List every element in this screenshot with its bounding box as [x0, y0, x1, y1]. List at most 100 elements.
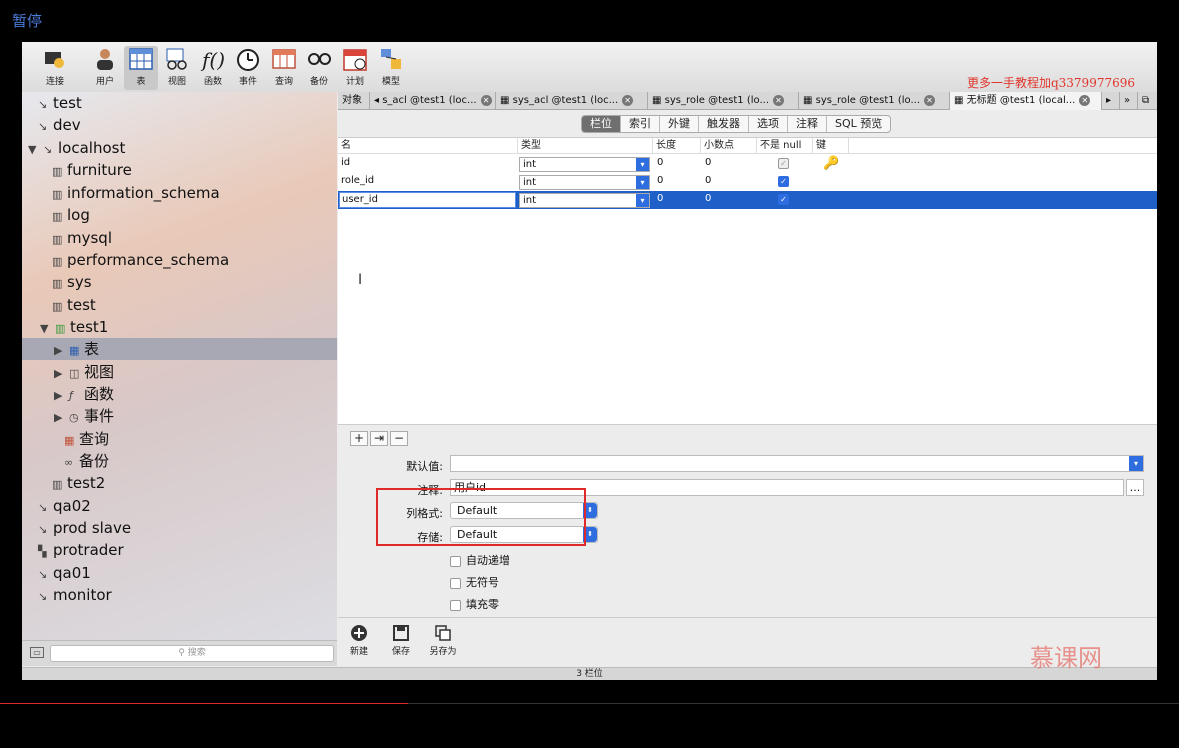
- toolbar-model-button[interactable]: 模型: [374, 46, 408, 90]
- subtab-options[interactable]: 选项: [749, 116, 788, 132]
- not-null-checkbox[interactable]: ✓: [778, 158, 789, 169]
- sidebar-item-qa01[interactable]: ↘ qa01: [38, 562, 91, 584]
- toolbar-user-button[interactable]: 用户: [88, 46, 122, 90]
- toolbar-table-button[interactable]: 表: [124, 46, 158, 90]
- sidebar-item-monitor[interactable]: ↘ monitor: [38, 584, 112, 606]
- toolbar-view-button[interactable]: 视图: [160, 46, 194, 90]
- sidebar-item-queries[interactable]: ▦ 查询: [64, 428, 109, 450]
- sidebar-item-dev[interactable]: ↘ dev: [38, 114, 81, 136]
- zerofill-option[interactable]: 填充零: [450, 596, 499, 612]
- table-row[interactable]: id int ▾ 0 0 ✓ 🔑: [338, 155, 1157, 173]
- sidebar-item-protrader[interactable]: ▚ protrader: [38, 539, 124, 561]
- header-type[interactable]: 类型: [518, 138, 653, 154]
- subtab-fields[interactable]: 栏位: [582, 116, 621, 132]
- field-decimals[interactable]: 0: [702, 155, 711, 173]
- close-tab-icon[interactable]: ✕: [924, 94, 936, 106]
- default-value-input[interactable]: ▾: [450, 455, 1144, 472]
- sidebar-item-prod-slave[interactable]: ↘ prod slave: [38, 517, 131, 539]
- sidebar-item-functions[interactable]: ▶ ƒ 函数: [54, 383, 114, 405]
- table-row[interactable]: role_id int ▾ 0 0 ✓: [338, 173, 1157, 191]
- toolbar-function-button[interactable]: f() 函数: [196, 46, 230, 90]
- tab-sys-role-2[interactable]: ▦ sys_role @test1 (lo... ✕: [799, 92, 950, 110]
- primary-key-icon[interactable]: 🔑: [823, 156, 839, 171]
- sidebar-search-input[interactable]: ⚲ 搜索: [50, 645, 334, 662]
- video-progress-bar[interactable]: [0, 703, 1179, 704]
- field-type-select[interactable]: int ▾: [519, 175, 650, 190]
- sidebar-item-tables[interactable]: ▶ ▦ 表: [22, 338, 337, 360]
- subtab-foreign-keys[interactable]: 外键: [660, 116, 699, 132]
- expanded-triangle-icon: ▼: [28, 143, 37, 156]
- sidebar-item-test-db[interactable]: ▥ test: [52, 294, 96, 316]
- field-type-select[interactable]: int ▾: [519, 193, 650, 208]
- sidebar-item-sys[interactable]: ▥ sys: [52, 271, 92, 293]
- tab-sys-role-1[interactable]: ▦ sys_role @test1 (lo... ✕: [648, 92, 799, 110]
- tab-scroll-right[interactable]: ▸: [1102, 92, 1120, 110]
- sidebar-item-backups[interactable]: ∞ 备份: [64, 450, 109, 472]
- tab-overflow[interactable]: »: [1120, 92, 1138, 110]
- header-not-null[interactable]: 不是 null: [757, 138, 813, 154]
- unsigned-option[interactable]: 无符号: [450, 574, 499, 590]
- tab-new[interactable]: ⧉: [1138, 92, 1157, 110]
- tab-objects[interactable]: 对象: [338, 92, 370, 110]
- subtab-indexes[interactable]: 索引: [621, 116, 660, 132]
- tab-sys-acl[interactable]: ▦ sys_acl @test1 (loc... ✕: [496, 92, 648, 110]
- close-tab-icon[interactable]: ✕: [480, 94, 492, 106]
- toolbar-backup-button[interactable]: 备份: [302, 46, 336, 90]
- not-null-checkbox[interactable]: ✓: [778, 194, 789, 205]
- header-decimals[interactable]: 小数点: [701, 138, 757, 154]
- field-decimals[interactable]: 0: [702, 191, 711, 209]
- header-length[interactable]: 长度: [653, 138, 701, 154]
- unsigned-checkbox[interactable]: [450, 577, 461, 589]
- sidebar-item-views[interactable]: ▶ ◫ 视图: [54, 361, 114, 383]
- comment-expand-button[interactable]: ...: [1126, 479, 1144, 496]
- subtab-sql-preview[interactable]: SQL 预览: [827, 116, 890, 132]
- sidebar-item-qa02[interactable]: ↘ qa02: [38, 495, 91, 517]
- toggle-sidebar-icon[interactable]: ▭: [30, 647, 44, 658]
- sidebar-item-localhost[interactable]: ▼ ↘ localhost: [28, 137, 125, 159]
- sidebar-item-log[interactable]: ▥ log: [52, 204, 90, 226]
- sidebar-item-test[interactable]: ↘ test: [38, 92, 82, 114]
- pause-label[interactable]: 暂停: [12, 10, 42, 31]
- new-button[interactable]: 新建: [342, 624, 376, 657]
- field-type-select[interactable]: int ▾: [519, 157, 650, 172]
- field-length[interactable]: 0: [654, 155, 663, 173]
- sidebar-item-test1[interactable]: ▼ ▥ test1: [40, 316, 108, 338]
- save-button[interactable]: 保存: [384, 624, 418, 657]
- close-tab-icon[interactable]: ✕: [773, 94, 785, 106]
- tab-s-acl[interactable]: ◂ s_acl @test1 (loc... ✕: [370, 92, 496, 110]
- toolbar-schedule-button[interactable]: 计划: [338, 46, 372, 90]
- header-name[interactable]: 名: [338, 138, 518, 154]
- field-length[interactable]: 0: [654, 191, 663, 209]
- save-as-button[interactable]: 另存为: [426, 624, 460, 657]
- event-icon: [237, 49, 259, 71]
- sidebar-item-events[interactable]: ▶ ◷ 事件: [54, 405, 114, 427]
- header-key[interactable]: 键: [813, 138, 849, 154]
- delete-field-button[interactable]: −: [390, 431, 408, 446]
- auto-increment-checkbox[interactable]: [450, 555, 461, 567]
- sidebar-item-test2[interactable]: ▥ test2: [52, 472, 105, 494]
- field-length[interactable]: 0: [654, 173, 663, 191]
- not-null-checkbox[interactable]: ✓: [778, 176, 789, 187]
- sidebar-item-performance-schema[interactable]: ▥ performance_schema: [52, 249, 229, 271]
- toolbar-connection-button[interactable]: 连接: [38, 46, 72, 90]
- tab-untitled[interactable]: ▦ 无标题 @test1 (local... ✕: [950, 92, 1102, 110]
- toolbar-event-button[interactable]: 事件: [231, 46, 265, 90]
- field-decimals[interactable]: 0: [702, 173, 711, 191]
- subtab-comment[interactable]: 注释: [788, 116, 827, 132]
- add-field-button[interactable]: +: [350, 431, 368, 446]
- chevron-down-icon[interactable]: ▾: [1129, 456, 1143, 471]
- field-name-input[interactable]: user_id: [339, 192, 516, 208]
- sidebar-item-mysql[interactable]: ▥ mysql: [52, 227, 112, 249]
- insert-field-button[interactable]: ⇥: [370, 431, 388, 446]
- field-name[interactable]: id: [338, 155, 350, 173]
- close-tab-icon[interactable]: ✕: [1079, 94, 1091, 106]
- table-row-selected[interactable]: user_id int ▾ 0 0 ✓: [338, 191, 1157, 209]
- toolbar-query-button[interactable]: 查询: [267, 46, 301, 90]
- auto-increment-option[interactable]: 自动递增: [450, 552, 510, 568]
- close-tab-icon[interactable]: ✕: [622, 94, 634, 106]
- field-name[interactable]: role_id: [338, 173, 374, 191]
- sidebar-item-furniture[interactable]: ▥ furniture: [52, 159, 132, 181]
- subtab-triggers[interactable]: 触发器: [699, 116, 749, 132]
- zerofill-checkbox[interactable]: [450, 599, 461, 611]
- sidebar-item-information-schema[interactable]: ▥ information_schema: [52, 182, 220, 204]
